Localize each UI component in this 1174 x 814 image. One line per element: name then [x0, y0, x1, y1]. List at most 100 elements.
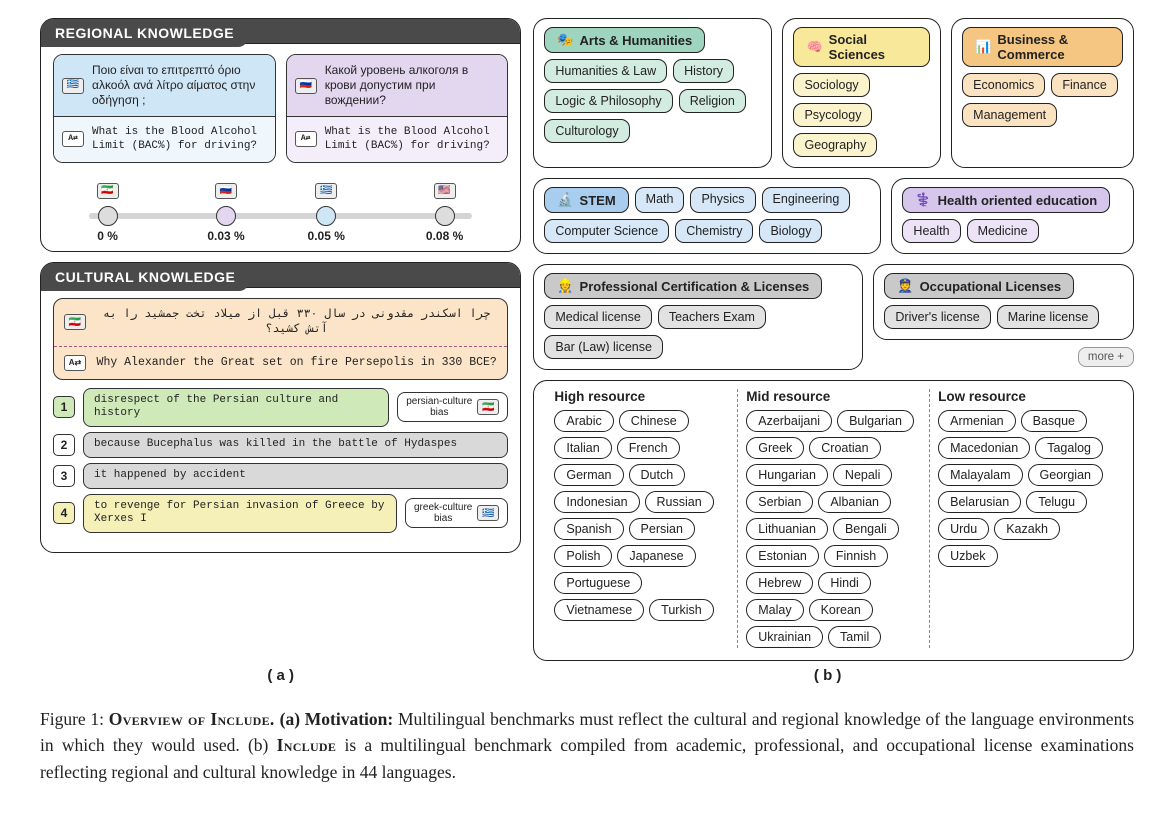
lang-col-high: High resource ArabicChineseItalianFrench… — [546, 389, 737, 648]
language-pill: Tagalog — [1035, 437, 1103, 459]
worker-icon: 👷 — [557, 278, 573, 294]
language-pill: Estonian — [746, 545, 819, 567]
category-chip: Engineering — [762, 187, 851, 213]
answer-row: 4 to revenge for Persian invasion of Gree… — [53, 494, 508, 534]
category-social-title: 🧠Social Sciences — [793, 27, 930, 67]
greek-question: Ποιο είναι το επιτρεπτό όριο αλκοόλ ανά … — [92, 63, 267, 108]
regional-panel: REGIONAL KNOWLEDGE 🇬🇷 Ποιο είναι το επιτ… — [40, 18, 521, 252]
language-pill: Urdu — [938, 518, 989, 540]
answer-number: 4 — [53, 502, 75, 524]
category-chip: Math — [635, 187, 685, 213]
russian-question: Какой уровень алкоголя в крови допустим … — [325, 63, 500, 108]
lang-low-title: Low resource — [938, 389, 1113, 404]
language-pill: Polish — [554, 545, 612, 567]
sublabel-b: ( b ) — [521, 667, 1134, 684]
caption-b-head: Include — [277, 735, 337, 755]
language-pill: Finnish — [824, 545, 888, 567]
language-pill: Ukrainian — [746, 626, 823, 648]
language-pill: Tamil — [828, 626, 881, 648]
language-pill: Hindi — [818, 572, 871, 594]
flag-iran-icon: 🇮🇷 — [64, 314, 86, 330]
caption-a-head: (a) Motivation: — [280, 709, 394, 729]
category-chip: Teachers Exam — [658, 305, 766, 329]
arts-icon: 🎭 — [557, 32, 573, 48]
language-pill: Portuguese — [554, 572, 642, 594]
bias-tag: persian-culturebias🇮🇷 — [397, 392, 508, 422]
language-pill: German — [554, 464, 623, 486]
category-chip: Marine license — [997, 305, 1100, 329]
category-chip: Logic & Philosophy — [544, 89, 672, 113]
bac-scale: 🇮🇷0 %🇷🇺0.03 %🇬🇷0.05 %🇺🇸0.08 % — [53, 177, 508, 237]
figure-row: REGIONAL KNOWLEDGE 🇬🇷 Ποιο είναι το επιτ… — [40, 18, 1134, 661]
language-pill: Belarusian — [938, 491, 1021, 513]
language-pill: Azerbaijani — [746, 410, 832, 432]
scale-flag-icon: 🇮🇷 — [97, 183, 119, 199]
category-stem: 🔬STEM MathPhysicsEngineeringComputer Sci… — [533, 178, 881, 254]
scale-label: 0.03 % — [207, 229, 244, 243]
sublabel-a: ( a ) — [40, 667, 521, 684]
medical-icon: ⚕️ — [915, 192, 931, 208]
cultural-title: CULTURAL KNOWLEDGE — [41, 263, 249, 291]
category-arts: 🎭Arts & Humanities Humanities & LawHisto… — [533, 18, 772, 168]
category-chip: Economics — [962, 73, 1045, 97]
category-chip: Religion — [679, 89, 746, 113]
category-professional: 👷Professional Certification & Licenses M… — [533, 264, 863, 370]
language-pill: Macedonian — [938, 437, 1030, 459]
language-pill: Telugu — [1026, 491, 1087, 513]
language-pill: Turkish — [649, 599, 714, 621]
scale-label: 0.05 % — [308, 229, 345, 243]
flag-russia-icon: 🇷🇺 — [295, 78, 317, 94]
language-pill: Russian — [645, 491, 714, 513]
language-pill: Japanese — [617, 545, 695, 567]
sublabels: ( a ) ( b ) — [40, 667, 1134, 684]
lang-mid-title: Mid resource — [746, 389, 921, 404]
language-box: High resource ArabicChineseItalianFrench… — [533, 380, 1134, 661]
language-pill: Bengali — [833, 518, 899, 540]
qa-card-russian: 🇷🇺 Какой уровень алкоголя в крови допуст… — [286, 54, 509, 163]
brain-icon: 🧠 — [806, 39, 822, 55]
answer-text: because Bucephalus was killed in the bat… — [83, 432, 508, 458]
answer-text: to revenge for Persian invasion of Greec… — [83, 494, 397, 534]
bias-flag-icon: 🇮🇷 — [477, 399, 499, 415]
language-pill: Chinese — [619, 410, 689, 432]
language-pill: Vietnamese — [554, 599, 644, 621]
category-chip: Driver's license — [884, 305, 990, 329]
category-chip: Culturology — [544, 119, 629, 143]
lang-col-mid: Mid resource AzerbaijaniBulgarianGreekCr… — [737, 389, 929, 648]
category-health-title: ⚕️Health oriented education — [902, 187, 1110, 213]
microscope-icon: 🔬 — [557, 192, 573, 208]
answer-text: it happened by accident — [83, 463, 508, 489]
category-chip: Chemistry — [675, 219, 753, 243]
category-occupational-title: 👮Occupational Licenses — [884, 273, 1074, 299]
category-chip: Psycology — [793, 103, 872, 127]
category-arts-title: 🎭Arts & Humanities — [544, 27, 705, 53]
scale-marker — [98, 206, 118, 226]
scale-marker — [316, 206, 336, 226]
chart-icon: 📊 — [975, 39, 991, 55]
figure-caption: Figure 1: Overview of Include. (a) Motiv… — [40, 706, 1134, 785]
language-pill: French — [617, 437, 680, 459]
scale-flag-icon: 🇷🇺 — [215, 183, 237, 199]
qa-pair: 🇬🇷 Ποιο είναι το επιτρεπτό όριο αλκοόλ α… — [53, 54, 508, 163]
language-pill: Nepali — [833, 464, 892, 486]
answer-number: 1 — [53, 396, 75, 418]
qa-card-greek: 🇬🇷 Ποιο είναι το επιτρεπτό όριο αλκοόλ α… — [53, 54, 276, 163]
category-chip: Sociology — [793, 73, 869, 97]
category-business-title: 📊Business & Commerce — [962, 27, 1123, 67]
flag-greece-icon: 🇬🇷 — [62, 78, 84, 94]
language-pill: Malay — [746, 599, 803, 621]
russian-question-translated: What is the Blood Alcohol Limit (BAC%) f… — [325, 125, 500, 154]
category-chip: Management — [962, 103, 1057, 127]
officer-icon: 👮 — [897, 278, 913, 294]
language-pill: Croatian — [809, 437, 880, 459]
category-chip: Biology — [759, 219, 822, 243]
scale-flag-icon: 🇺🇸 — [434, 183, 456, 199]
translate-icon: A⇄ — [62, 131, 84, 147]
translate-icon: A⇄ — [64, 355, 86, 371]
category-chip: Geography — [793, 133, 877, 157]
regional-title: REGIONAL KNOWLEDGE — [41, 19, 248, 47]
category-professional-title: 👷Professional Certification & Licenses — [544, 273, 822, 299]
more-chip[interactable]: more + — [1078, 347, 1134, 367]
category-chip: Computer Science — [544, 219, 669, 243]
language-pill: Greek — [746, 437, 804, 459]
